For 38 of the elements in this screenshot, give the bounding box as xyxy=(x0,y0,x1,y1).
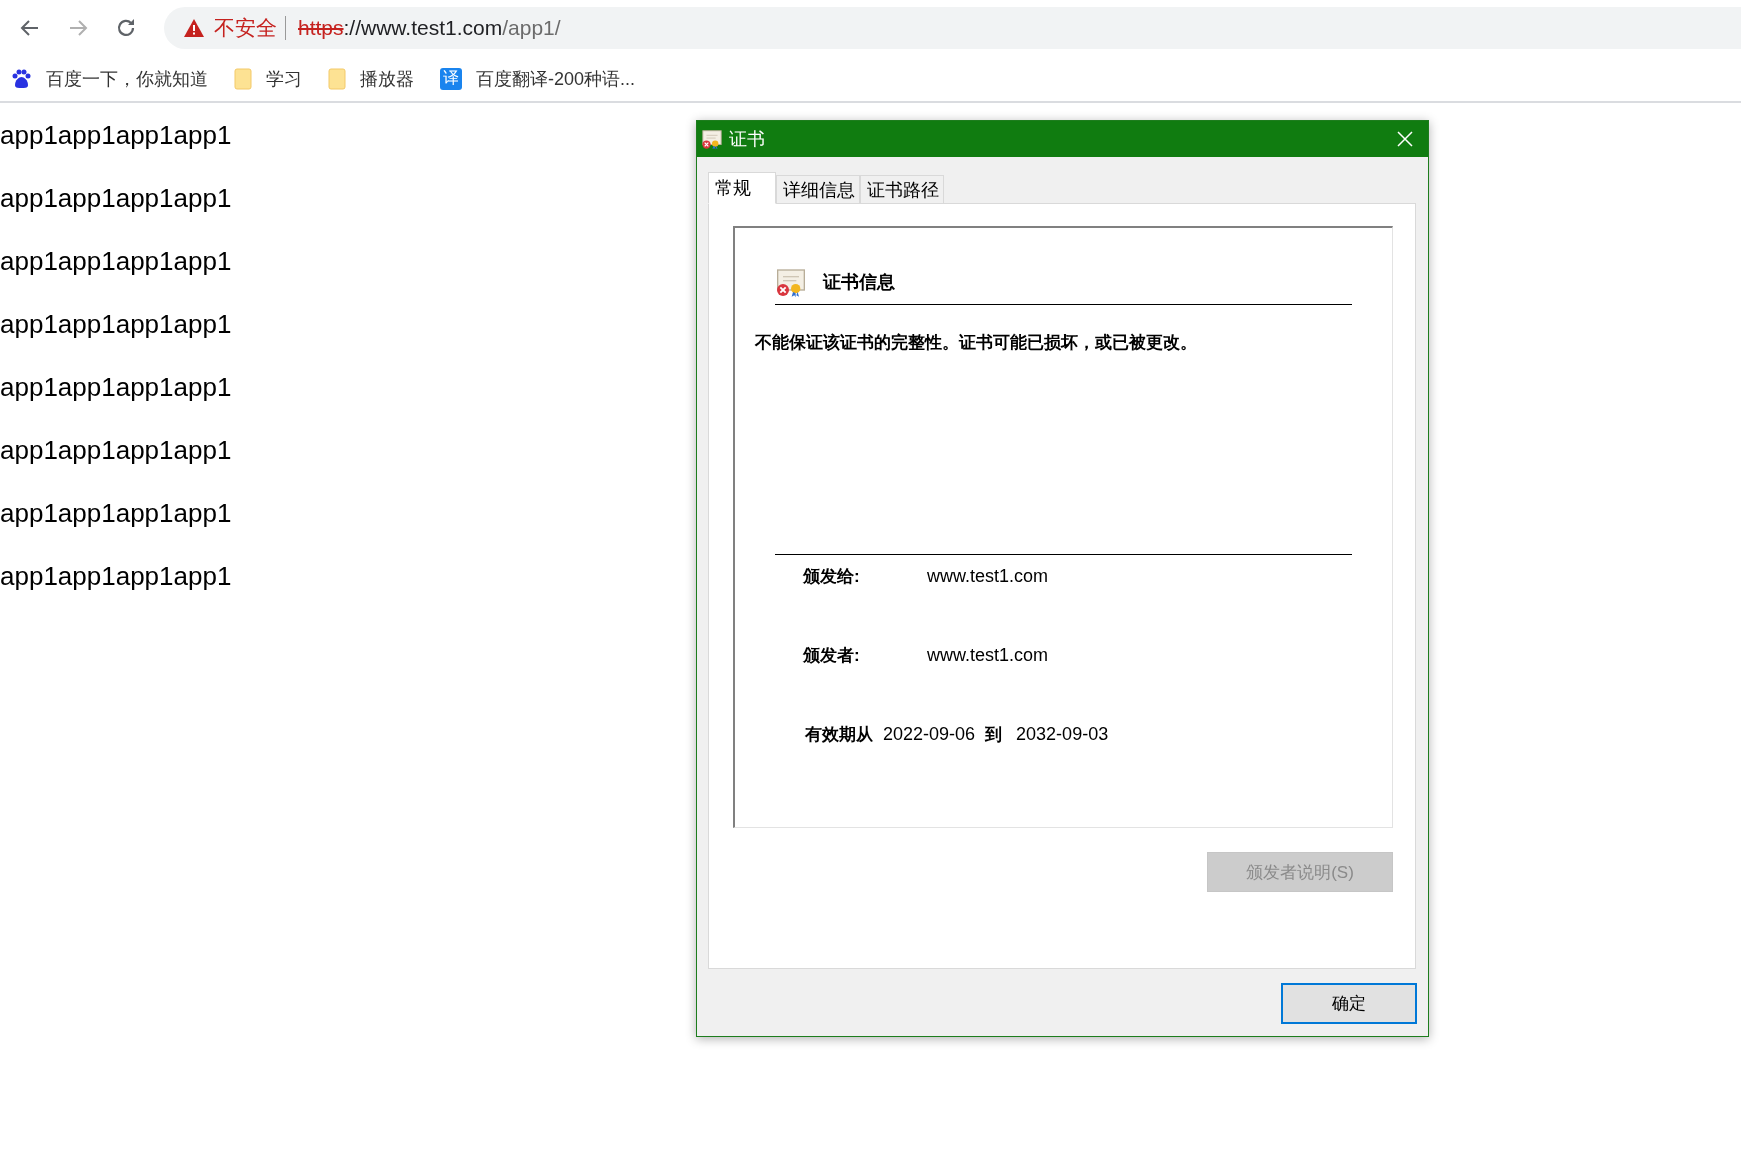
bookmark[interactable]: 译 百度翻译-200种语... xyxy=(440,66,636,91)
certificate-error-icon xyxy=(775,266,807,298)
page-text: app1app1app1app1 xyxy=(0,434,232,467)
page-text: app1app1app1app1 xyxy=(0,119,232,152)
field-value: www.test1.com xyxy=(927,566,1049,587)
folder-icon xyxy=(234,67,252,90)
page-text: app1app1app1app1 xyxy=(0,497,232,530)
field-label: 颁发者: xyxy=(802,645,861,667)
field-value: 2022-09-06 xyxy=(883,724,976,745)
page-text: app1app1app1app1 xyxy=(0,560,232,593)
warning-message: 不能保证该证书的完整性。证书可能已损坏，或已被更改。 xyxy=(755,332,1198,354)
field-label: 有效期从 xyxy=(804,724,873,746)
address-bar[interactable]: 不安全 https://www.test1.com/app1/ xyxy=(164,7,1741,49)
tab[interactable]: 证书路径 xyxy=(860,175,944,203)
tab[interactable]: 常规 xyxy=(708,172,776,204)
close-icon xyxy=(1396,130,1414,148)
tab[interactable]: 详细信息 xyxy=(776,175,860,203)
field-value: www.test1.com xyxy=(927,645,1049,666)
security-label: 不安全 xyxy=(214,15,277,41)
page-text: app1app1app1app1 xyxy=(0,371,232,404)
url-text: https://www.test1.com/app1/ xyxy=(298,16,561,40)
field-label: 颁发给: xyxy=(802,566,861,588)
translate-icon: 译 xyxy=(440,67,462,90)
page-text: app1app1app1app1 xyxy=(0,245,232,278)
page-text: app1app1app1app1 xyxy=(0,308,232,341)
paw-icon xyxy=(10,67,32,90)
bookmark[interactable]: 学习 xyxy=(234,66,302,91)
folder-icon xyxy=(328,67,346,90)
field-label: 到 xyxy=(985,724,1003,746)
field-value: 2032-09-03 xyxy=(1016,724,1109,745)
page-text: app1app1app1app1 xyxy=(0,182,232,215)
bookmark[interactable]: 百度一下，你就知道 xyxy=(10,66,208,91)
window-title: 证书 xyxy=(729,128,766,151)
certificate-error-icon xyxy=(701,128,723,150)
section-title: 证书信息 xyxy=(823,271,895,294)
bookmark[interactable]: 播放器 xyxy=(328,66,414,91)
ok-button[interactable]: 确定 xyxy=(1281,983,1417,1024)
warning-icon xyxy=(184,19,204,37)
